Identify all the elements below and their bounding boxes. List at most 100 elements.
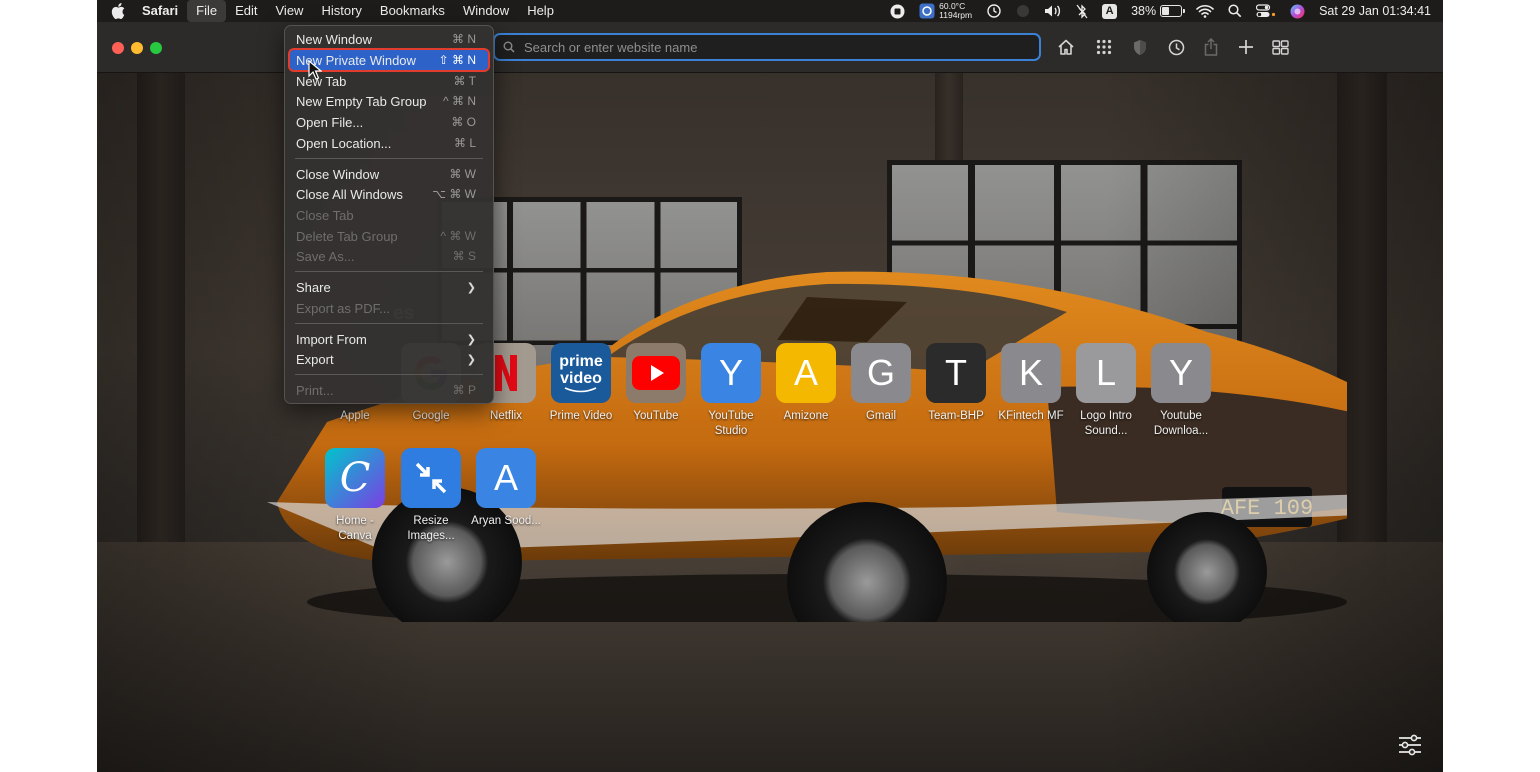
battery-level-fill [1162,7,1170,15]
customize-start-page-icon[interactable] [1397,733,1423,757]
desktop-screen: Safari File Edit View History Bookmarks … [97,0,1443,772]
input-source-indicator[interactable]: A [1095,0,1124,22]
favorite-label: Home - Canva [336,515,374,542]
share-icon[interactable] [1201,37,1221,57]
time-machine-icon[interactable] [979,0,1009,22]
chevron-right-icon: ❯ [466,281,476,294]
new-tab-plus-icon[interactable] [1236,37,1256,57]
favorite-label: YouTube [633,410,679,422]
menu-file[interactable]: File [187,0,227,22]
letter-tile-icon: A [476,448,536,508]
apple-menu-icon[interactable] [111,0,129,22]
favorite-logo-intro-sound[interactable]: L Logo Intro Sound... [1070,343,1142,439]
menubar-clock[interactable]: Sat 29 Jan 01:34:41 [1312,0,1443,22]
menu-item-shortcut: ^ ⌘ N [443,94,476,108]
spotlight-search-icon[interactable] [1221,0,1249,22]
menu-item-print: Print... ⌘ P [290,380,488,400]
menu-item-shortcut: ⌘ T [453,74,476,88]
favorite-resize-images[interactable]: Resize Images... [395,448,467,544]
letter-tile-icon: K [1001,343,1061,403]
wifi-icon[interactable] [1189,0,1221,22]
menu-item-close-all-windows[interactable]: Close All Windows ⌥ ⌘ W [290,184,488,204]
screen-record-stop-icon[interactable] [883,0,912,22]
favorite-label: Youtube Downloa... [1153,410,1209,437]
favorite-youtube-studio[interactable]: Y YouTube Studio [695,343,767,439]
menu-separator [295,323,483,324]
favorite-youtube[interactable]: YouTube [620,343,692,424]
favorite-team-bhp[interactable]: T Team-BHP [920,343,992,424]
address-input[interactable] [522,38,1026,56]
favorite-label: Google [412,410,450,422]
menu-app-safari[interactable]: Safari [133,0,187,22]
menu-item-label: Import From [296,331,367,347]
menu-item-export[interactable]: Export ❯ [290,349,488,369]
bluetooth-off-icon[interactable] [1069,0,1095,22]
menu-item-label: Export as PDF... [296,300,390,316]
menu-item-open-location[interactable]: Open Location... ⌘ L [290,133,488,153]
menu-item-new-empty-tab-group[interactable]: New Empty Tab Group ^ ⌘ N [290,91,488,111]
menu-history[interactable]: History [312,0,370,22]
menu-item-open-file[interactable]: Open File... ⌘ O [290,112,488,132]
favorite-youtube-downloader[interactable]: Y Youtube Downloa... [1145,343,1217,439]
grid-apps-icon[interactable] [1094,37,1114,57]
focus-moon-icon[interactable] [1009,0,1037,22]
menu-help[interactable]: Help [518,0,563,22]
menu-item-shortcut: ⌘ N [452,32,476,46]
favorite-canva[interactable]: C Home - Canva [319,448,391,544]
menu-item-close-window[interactable]: Close Window ⌘ W [290,164,488,184]
menu-item-label: New Window [296,31,372,47]
canva-logo-icon: C [325,448,385,508]
menu-item-new-window[interactable]: New Window ⌘ N [290,29,488,49]
menu-item-label: Export [296,351,334,367]
menu-view[interactable]: View [267,0,313,22]
favorite-prime-video[interactable]: prime video Prime Video [545,343,617,424]
window-zoom-button[interactable] [150,42,162,54]
address-bar[interactable] [493,33,1041,61]
letter-tile-icon: T [926,343,986,403]
status-area: 60.0°C 1194rpm A 38% Sat 29 Jan 01:34:41 [883,0,1443,22]
favorite-label: Prime Video [549,410,613,422]
resize-arrows-icon [401,448,461,508]
search-icon [503,40,517,54]
menu-item-share[interactable]: Share ❯ [290,277,488,297]
menu-item-shortcut: ⌘ O [451,115,476,129]
favorite-kfintech[interactable]: K KFintech MF [995,343,1067,424]
letter-tile-icon: A [776,343,836,403]
menu-item-label: Save As... [296,248,355,264]
favorite-gmail[interactable]: G Gmail [845,343,917,424]
menu-item-shortcut: ⇧ ⌘ N [438,53,476,67]
menu-separator [295,374,483,375]
fan-speed-value: 1194rpm [939,10,973,20]
control-center-icon[interactable] [1249,0,1283,22]
menu-bookmarks[interactable]: Bookmarks [371,0,454,22]
menu-edit[interactable]: Edit [226,0,266,22]
shield-icon[interactable] [1130,37,1150,57]
battery-icon [1160,5,1186,17]
file-menu-dropdown: New Window ⌘ N New Private Window ⇧ ⌘ N … [284,25,494,404]
temperature-readout: 60.0°C 1194rpm [937,0,979,22]
history-clock-icon[interactable] [1166,37,1186,57]
window-minimize-button[interactable] [131,42,143,54]
menu-window[interactable]: Window [454,0,518,22]
mouse-pointer-icon [308,60,322,80]
menu-item-import-from[interactable]: Import From ❯ [290,329,488,349]
battery-percent: 38% [1131,4,1157,18]
fan-monitor-icon[interactable] [912,0,937,22]
favorite-amizone[interactable]: A Amizone [770,343,842,424]
favorite-label: Netflix [490,410,522,422]
volume-icon[interactable] [1037,0,1069,22]
battery-indicator[interactable]: 38% [1124,0,1189,22]
favorite-label: Apple [340,410,370,422]
siri-icon[interactable] [1283,0,1312,22]
menu-item-shortcut: ⌥ ⌘ W [432,187,476,201]
menu-item-label: Close Window [296,166,380,182]
menu-bar: Safari File Edit View History Bookmarks … [97,0,1443,22]
favorite-label: Team-BHP [928,410,984,422]
tab-overview-icon[interactable] [1270,37,1290,57]
menu-item-label: Delete Tab Group [296,228,398,244]
menu-item-shortcut: ⌘ L [453,136,476,150]
home-icon[interactable] [1056,37,1076,57]
favorite-aryan-sood[interactable]: A Aryan Sood... [470,448,542,529]
window-close-button[interactable] [112,42,124,54]
chevron-right-icon: ❯ [466,333,476,346]
